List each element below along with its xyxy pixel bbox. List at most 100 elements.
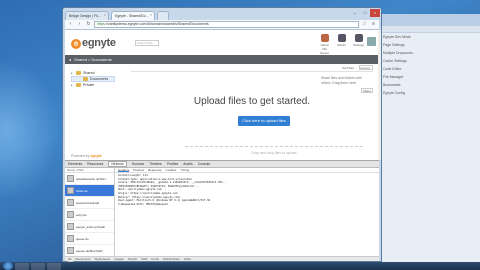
filter-item[interactable]: Documents — [75, 257, 90, 261]
network-request-row[interactable]: entry.do — [65, 209, 114, 221]
admin-icon — [337, 34, 346, 42]
background-window[interactable]: Egnyte Dev Mode Page Settings Multiple Dro… — [378, 14, 480, 262]
request-name: entry.do — [76, 212, 87, 217]
request-headers-text: Content-Length: 114 Content-Type: applica… — [115, 173, 379, 255]
request-name: uploadsession.do?iid=... — [76, 176, 109, 181]
detail-subtab[interactable]: Preview — [133, 168, 144, 172]
file-icon — [67, 247, 74, 254]
background-window-row[interactable]: Code Editor — [383, 67, 476, 73]
background-window-row[interactable]: Bookmarks — [383, 83, 476, 89]
request-name: egnyte.do/files?path — [76, 248, 103, 253]
request-name: queue.do — [76, 236, 89, 241]
chevron-right-icon[interactable]: ▸ — [71, 83, 74, 87]
url-text: ://vanillydemo.egnyte.com/#/domain/share… — [104, 22, 209, 26]
egnyte-header: e egnyte Search files Cloud File Server Ad… — [65, 30, 379, 55]
background-window-row[interactable]: Multiple Dropzones — [383, 51, 476, 57]
search-input[interactable]: Search files — [135, 40, 159, 46]
sort-label[interactable]: Sort files — [339, 66, 357, 70]
devtools-tabs: Elements Resources Network Sources Timeline P… — [65, 161, 379, 168]
menu-icon[interactable]: ≡ — [370, 21, 377, 28]
drop-zone[interactable]: Drop and drop files to upload — [185, 146, 363, 158]
detail-subtab[interactable]: Cookies — [166, 168, 177, 172]
chevron-left-icon[interactable]: ◂ — [69, 57, 71, 62]
file-icon — [67, 187, 74, 194]
egnyte-logo[interactable]: e egnyte — [71, 37, 116, 49]
network-request-row[interactable]: folder.do — [65, 185, 114, 197]
detail-subtab[interactable]: Response — [148, 168, 162, 172]
avatar[interactable] — [367, 37, 376, 46]
taskbar — [0, 262, 480, 270]
forward-icon[interactable]: › — [76, 21, 83, 28]
background-window-row[interactable]: Egnyte Config — [383, 91, 476, 97]
footer-prefix: Powered by — [71, 154, 90, 158]
header-icon-label: Settings — [353, 43, 364, 47]
header-icon-item[interactable]: Admin — [335, 34, 348, 55]
devtools-tab[interactable]: Timeline — [149, 162, 162, 166]
background-window-row[interactable]: Page Settings — [383, 43, 476, 49]
tree-item[interactable]: ▸ Private — [71, 82, 115, 88]
close-tab-icon[interactable]: × — [150, 13, 152, 17]
browser-tab[interactable]: Bridge Design | Fil... × — [65, 11, 109, 20]
taskbar-item-browser[interactable] — [31, 262, 45, 270]
devtools-tab[interactable]: Console — [198, 162, 210, 166]
request-name: egnyte_action.js?path — [76, 224, 106, 229]
tab-strip: Bridge Design | Fil... × Egnyte - Shared/D… — [65, 10, 351, 20]
close-button[interactable]: × — [370, 9, 380, 17]
request-name: sessionid.do/path — [76, 200, 100, 205]
cloud-icon — [320, 34, 329, 42]
detail-subtab[interactable]: Timing — [180, 168, 189, 172]
file-icon — [67, 211, 74, 218]
browser-tab[interactable] — [157, 11, 169, 20]
filter-item[interactable]: WebSockets — [163, 257, 180, 261]
filter-item[interactable]: Other — [184, 257, 192, 261]
address-bar[interactable]: https://vanillydemo.egnyte.com/#/domain/… — [94, 21, 359, 28]
devtools-tab[interactable]: Audits — [183, 162, 192, 166]
chevron-right-icon[interactable]: ▸ — [71, 71, 74, 75]
devtools-tab[interactable]: Profiles — [167, 162, 178, 166]
background-window-row[interactable]: Egnyte Dev Mode — [383, 35, 476, 41]
filter-item[interactable]: Scripts — [128, 257, 137, 261]
network-request-row[interactable]: uploadsession.do?iid=... — [65, 173, 114, 185]
network-request-row[interactable]: sessionid.do/path — [65, 197, 114, 209]
filter-item[interactable]: All — [68, 257, 71, 261]
background-window-row[interactable]: File Manager — [383, 75, 476, 81]
background-window-row[interactable]: Cache Settings — [383, 59, 476, 65]
tab-label: Bridge Design | Fil... — [69, 14, 101, 18]
devtools-tab[interactable]: Elements — [68, 162, 82, 166]
devtools-tab[interactable]: Sources — [132, 162, 144, 166]
maximize-button[interactable]: □ — [360, 9, 370, 17]
back-icon[interactable]: ‹ — [67, 21, 74, 28]
upload-files-button[interactable]: Click here to upload files — [238, 116, 290, 126]
filter-item[interactable]: XHR — [141, 257, 147, 261]
file-icon — [67, 223, 74, 230]
filter-item[interactable]: Images — [114, 257, 124, 261]
network-request-row[interactable]: egnyte_action.js?path — [65, 221, 114, 233]
browser-tab[interactable]: Egnyte - Shared/Dc... × — [111, 11, 155, 20]
reload-icon[interactable]: ↻ — [85, 21, 92, 28]
background-window-toolbar — [379, 26, 480, 33]
taskbar-item-explorer[interactable] — [15, 262, 29, 270]
folder-icon — [76, 83, 81, 87]
network-request-row[interactable]: queue.do — [65, 233, 114, 245]
star-icon[interactable]: ☆ — [361, 21, 368, 28]
start-button[interactable] — [3, 262, 13, 270]
url-scheme: https — [97, 22, 105, 26]
header-icon-item[interactable]: Settings — [352, 34, 365, 55]
devtools-tab[interactable]: Network — [108, 161, 127, 167]
share-panel: Share files and folders with others. Dra… — [321, 76, 373, 93]
close-tab-icon[interactable]: × — [104, 13, 106, 17]
filter-item[interactable]: Stylesheets — [95, 257, 111, 261]
background-window-titlebar[interactable] — [379, 14, 480, 26]
minimize-button[interactable]: – — [350, 9, 360, 17]
page-scrollbar[interactable] — [378, 30, 381, 160]
view-select[interactable]: Upload — [359, 65, 373, 70]
share-button[interactable]: Share — [361, 88, 373, 93]
header-icon-item[interactable]: Cloud File Server — [318, 34, 331, 55]
breadcrumb[interactable]: Shared > Documents — [74, 57, 112, 62]
detail-subtab[interactable]: Headers — [118, 168, 130, 172]
browser-window: Bridge Design | Fil... × Egnyte - Shared/D… — [62, 7, 382, 269]
devtools-tab[interactable]: Resources — [87, 162, 103, 166]
filter-item[interactable]: Fonts — [151, 257, 159, 261]
file-pane: Sort files Upload Share files and folder… — [131, 64, 373, 160]
taskbar-item-app[interactable] — [47, 262, 61, 270]
